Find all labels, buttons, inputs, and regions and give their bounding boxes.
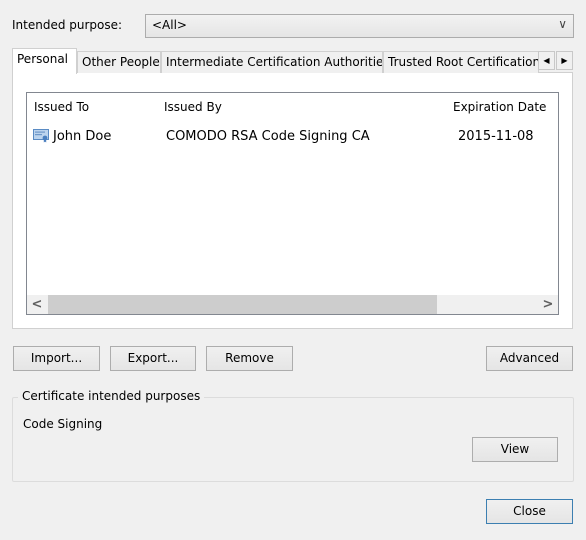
column-header-issued-to[interactable]: Issued To xyxy=(34,100,89,114)
tab-intermediate-ca[interactable]: Intermediate Certification Authorities xyxy=(161,51,383,73)
column-header-expiration-date[interactable]: Expiration Date xyxy=(453,100,546,114)
issued-to-cell: John Doe xyxy=(53,129,112,144)
arrow-right-icon: ▶ xyxy=(561,56,568,65)
tab-strip: Personal Other People Intermediate Certi… xyxy=(12,48,574,74)
horizontal-scrollbar[interactable]: < > xyxy=(27,295,558,314)
tab-other-people[interactable]: Other People xyxy=(77,51,161,73)
arrow-left-icon: ◀ xyxy=(543,56,550,65)
view-button[interactable]: View xyxy=(472,437,558,462)
group-title: Certificate intended purposes xyxy=(18,389,205,403)
scroll-right-arrow-icon[interactable]: > xyxy=(538,295,558,314)
issued-by-cell: COMODO RSA Code Signing CA xyxy=(166,129,370,144)
tab-personal[interactable]: Personal xyxy=(12,48,77,74)
tab-label: Trusted Root Certification xyxy=(388,55,539,69)
certificate-icon xyxy=(33,129,49,143)
tab-trusted-root[interactable]: Trusted Root Certification xyxy=(383,51,539,73)
tab-scroll-right-button[interactable]: ▶ xyxy=(556,51,573,70)
certificate-list[interactable]: Issued To Issued By Expiration Date John… xyxy=(26,92,559,315)
tab-label: Intermediate Certification Authorities xyxy=(166,55,383,69)
tab-label: Personal xyxy=(17,52,69,66)
tab-scroll-left-button[interactable]: ◀ xyxy=(538,51,555,70)
scroll-left-arrow-icon[interactable]: < xyxy=(27,295,47,314)
close-button[interactable]: Close xyxy=(486,499,573,524)
column-header-issued-by[interactable]: Issued By xyxy=(164,100,222,114)
import-button[interactable]: Import... xyxy=(13,346,100,371)
intended-purpose-select[interactable]: <All> ∨ xyxy=(145,14,574,38)
purposes-value: Code Signing xyxy=(23,417,103,431)
expiration-cell: 2015-11-08 xyxy=(458,129,534,144)
chevron-down-icon: ∨ xyxy=(558,17,567,31)
export-button[interactable]: Export... xyxy=(110,346,196,371)
intended-purpose-value: <All> xyxy=(152,18,187,32)
scrollbar-thumb[interactable] xyxy=(48,295,437,314)
remove-button[interactable]: Remove xyxy=(206,346,293,371)
tab-label: Other People xyxy=(82,55,160,69)
intended-purpose-label: Intended purpose: xyxy=(12,18,123,32)
advanced-button[interactable]: Advanced xyxy=(486,346,573,371)
